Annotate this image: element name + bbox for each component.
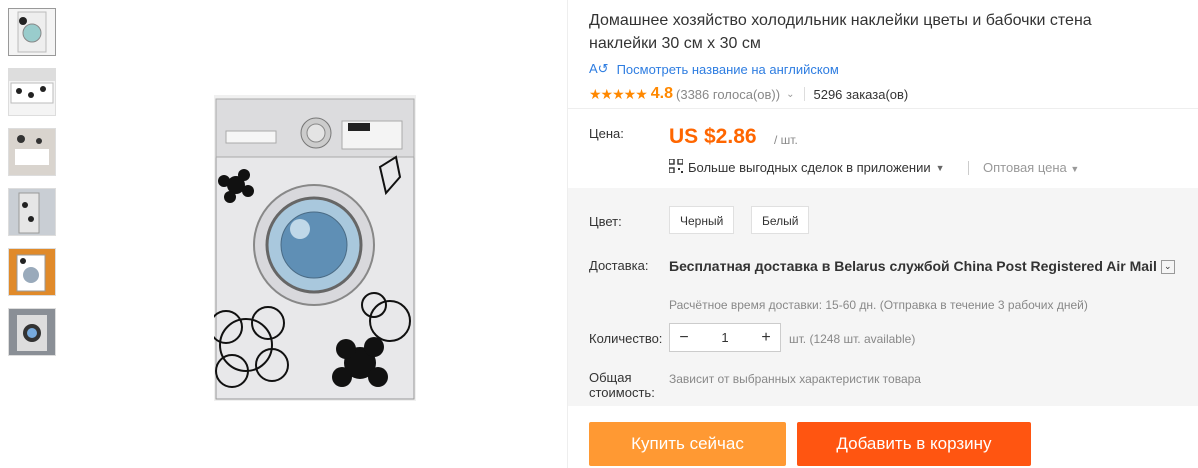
translate-link[interactable]: А↺ Посмотреть название на английском bbox=[589, 61, 839, 77]
color-option-white[interactable]: Белый bbox=[751, 206, 810, 234]
price-unit: / шт. bbox=[774, 133, 798, 147]
color-label: Цвет: bbox=[589, 214, 622, 229]
options-section: Цвет: Черный Белый Доставка: Бесплатная … bbox=[568, 188, 1198, 406]
shipping-method[interactable]: Бесплатная доставка в Belarus службой Ch… bbox=[669, 257, 1189, 276]
thumbnail-3[interactable] bbox=[8, 128, 56, 176]
caret-down-icon: ▼ bbox=[935, 162, 945, 173]
quantity-available: шт. (1248 шт. available) bbox=[789, 332, 916, 346]
thumbnail-list bbox=[8, 8, 58, 368]
thumbnail-2[interactable] bbox=[8, 68, 56, 116]
color-option-black[interactable]: Черный bbox=[669, 206, 735, 234]
decrease-button[interactable]: − bbox=[670, 329, 698, 347]
wholesale-text: Оптовая цена bbox=[983, 160, 1067, 175]
wholesale-price-dropdown[interactable]: Оптовая цена ▼ bbox=[983, 160, 1079, 175]
rating-value: 4.8 bbox=[650, 85, 674, 102]
buy-now-button[interactable]: Купить сейчас bbox=[589, 422, 786, 466]
divider bbox=[804, 87, 806, 101]
product-image bbox=[209, 95, 416, 401]
shipping-method-text: Бесплатная доставка в Belarus службой Ch… bbox=[669, 258, 1157, 274]
caret-down-icon: ▼ bbox=[1070, 164, 1080, 174]
total-label: Общая стоимость: bbox=[589, 370, 655, 400]
price-value: US $2.86 bbox=[669, 125, 757, 148]
rating-row: ★★★★★ 4.8 (3386 голоса(ов)) ⌄ 5296 заказ… bbox=[589, 85, 908, 103]
quantity-stepper: − 1 + bbox=[669, 323, 781, 352]
thumbnail-1[interactable] bbox=[8, 8, 56, 56]
divider bbox=[968, 161, 969, 175]
total-note: Зависит от выбранных характеристик товар… bbox=[669, 372, 921, 386]
thumbnail-6[interactable] bbox=[8, 308, 56, 356]
product-title: Домашнее хозяйство холодильник наклейки … bbox=[589, 12, 1092, 52]
thumbnail-4[interactable] bbox=[8, 188, 56, 236]
app-deals-dropdown[interactable]: Больше выгодных сделок в приложении ▼ bbox=[668, 158, 945, 176]
price-label: Цена: bbox=[589, 126, 624, 141]
delivery-estimate: Расчётное время доставки: 15-60 дн. (Отп… bbox=[669, 298, 1088, 312]
product-info-panel: Домашнее хозяйство холодильник наклейки … bbox=[567, 0, 1198, 468]
shipping-label: Доставка: bbox=[589, 258, 649, 273]
qr-code-icon bbox=[668, 158, 684, 176]
translate-icon: А↺ bbox=[589, 61, 609, 76]
chevron-down-icon[interactable]: ⌄ bbox=[786, 89, 794, 100]
increase-button[interactable]: + bbox=[752, 329, 780, 347]
add-to-cart-button[interactable]: Добавить в корзину bbox=[797, 422, 1031, 466]
price-section: Цена: US $2.86 / шт. Больше выгодных сде… bbox=[568, 108, 1198, 189]
app-deals-text: Больше выгодных сделок в приложении bbox=[688, 160, 931, 175]
orders-count: 5296 заказа(ов) bbox=[813, 86, 909, 102]
quantity-input[interactable]: 1 bbox=[698, 330, 752, 345]
rating-stars-icon: ★★★★★ bbox=[589, 85, 648, 102]
translate-link-text: Посмотреть название на английском bbox=[616, 61, 839, 77]
votes-count[interactable]: (3386 голоса(ов)) bbox=[676, 87, 780, 102]
quantity-label: Количество: bbox=[589, 331, 663, 346]
thumbnail-5[interactable] bbox=[8, 248, 56, 296]
chevron-down-icon[interactable]: ⌄ bbox=[1160, 260, 1175, 275]
